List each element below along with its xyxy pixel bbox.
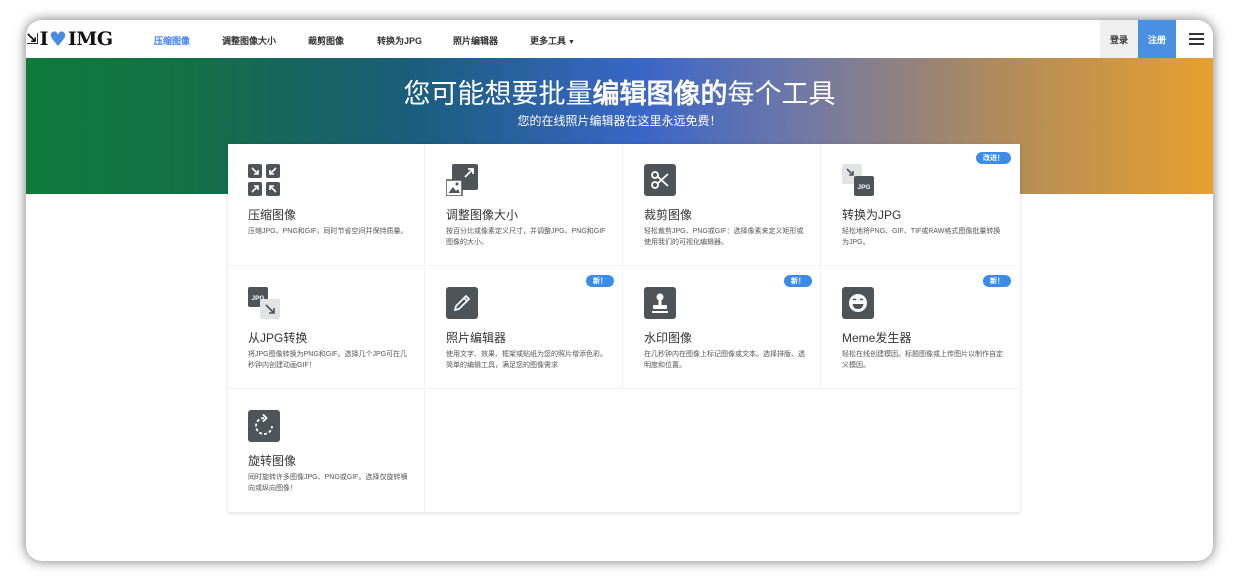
tool-card-crop[interactable]: 裁剪图像 轻松裁剪JPG、PNG或GIF：选择像素来定义矩形或使用我们的可视化编… [624,144,821,266]
tool-title: 裁剪图像 [644,208,693,222]
tool-card-watermark[interactable]: 新！ 水印图像 在几秒钟内在图像上标记图像或文本。选择排版、透明度和位置。 [624,267,821,389]
tool-card-from-jpg[interactable]: JPG 从JPG转换 将JPG图像转换为PNG和GIF。选择几个JPG可在几秒钟… [228,267,425,389]
status-badge: 新！ [983,275,1011,287]
hero-title-part2: 每个工具 [727,79,836,109]
status-badge: 改进！ [976,152,1011,164]
tool-description: 将JPG图像转换为PNG和GIF。选择几个JPG可在几秒钟内创建动画GIF！ [248,351,408,369]
stamp-icon [644,287,676,319]
tool-card-resize[interactable]: 调整图像大小 按百分比或像素定义尺寸，并调整JPG、PNG和GIF图像的大小。 [426,144,623,266]
to-jpg-icon: JPG [842,164,874,196]
scissors-icon [644,164,676,196]
tool-title: 调整图像大小 [446,208,519,222]
tool-card-photo-editor[interactable]: 新！ 照片编辑器 使用文字、效果、框架或贴纸为您的照片增添色彩。简单的编辑工具，… [426,267,623,389]
tool-description: 使用文字、效果、框架或贴纸为您的照片增添色彩。简单的编辑工具，满足您的图像需求 [446,351,607,369]
tool-title: 压缩图像 [248,208,297,222]
hamburger-menu-icon[interactable] [1189,33,1204,45]
logo-text-left: I [39,28,49,50]
tool-card-compress[interactable]: 压缩图像 压缩JPG、PNG和GIF，同时节省空间并保持质量。 [228,144,425,266]
logo-text-right: IMG [67,28,113,50]
tool-title: 转换为JPG [842,208,902,222]
pencil-icon [446,287,478,319]
nav-compress[interactable]: 压缩图像 [154,34,190,47]
tool-description: 按百分比或像素定义尺寸，并调整JPG、PNG和GIF图像的大小。 [446,228,606,246]
tool-description: 轻松裁剪JPG、PNG或GIF：选择像素来定义矩形或使用我们的可视化编辑器。 [644,228,804,246]
logo-mark-icon: ⇲ [26,30,39,48]
tool-title: 照片编辑器 [446,331,507,345]
hero-title-part1: 您可能想要批量 [403,79,593,109]
top-navbar: ⇲ I ♥ IMG 压缩图像 调整图像大小 裁剪图像 转换为JPG 照片编辑器 … [26,20,1213,58]
tool-title: 旋转图像 [248,454,297,468]
meme-icon [842,287,874,319]
svg-text:JPG: JPG [857,184,870,191]
caret-down-icon: ▼ [568,39,575,46]
tool-card-meme[interactable]: 新！ Meme发生器 轻松在线创建模因。标题图像或上传图片以制作自定义模因。 [822,267,1019,389]
nav-crop[interactable]: 裁剪图像 [308,34,344,47]
nav-resize[interactable]: 调整图像大小 [222,34,276,47]
login-button[interactable]: 登录 [1100,20,1138,58]
nav-more-tools[interactable]: 更多工具 ▼ [530,34,575,47]
hero-title: 您可能想要批量编辑图像的每个工具 [26,78,1213,110]
tool-description: 同时旋转许多图像JPG、PNG或GIF。选择仅旋转横向或纵向图像！ [248,474,408,492]
status-badge: 新！ [586,275,614,287]
compress-icon [248,164,280,196]
tool-title: Meme发生器 [842,331,912,345]
tool-description: 轻松地将PNG、GIF、TIF或RAW格式图像批量转换为JPG。 [842,228,1001,246]
tool-description: 压缩JPG、PNG和GIF，同时节省空间并保持质量。 [248,228,408,235]
hero-subtitle: 您的在线照片编辑器在这里永远免费！ [517,114,722,128]
logo[interactable]: ⇲ I ♥ IMG [26,26,113,52]
tool-card-to-jpg[interactable]: 改进！ JPG 转换为JPG 轻松地将PNG、GIF、TIF或RAW格式图像批量… [822,144,1019,266]
tool-description: 轻松在线创建模因。标题图像或上传图片以制作自定义模因。 [842,351,1003,369]
browser-frame: ⇲ I ♥ IMG 压缩图像 调整图像大小 裁剪图像 转换为JPG 照片编辑器 … [26,20,1213,561]
from-jpg-icon: JPG [248,287,280,319]
tool-title: 从JPG转换 [248,331,308,345]
tool-card-rotate[interactable]: 旋转图像 同时旋转许多图像JPG、PNG或GIF。选择仅旋转横向或纵向图像！ [228,390,425,512]
nav-more-label: 更多工具 [530,36,567,46]
heart-icon: ♥ [48,27,67,51]
nav-photo-editor[interactable]: 照片编辑器 [453,34,498,47]
rotate-icon [248,410,280,442]
resize-icon [446,164,478,196]
hero-title-bold: 编辑图像的 [592,79,728,109]
nav-convert-jpg[interactable]: 转换为JPG [377,34,422,47]
signup-button[interactable]: 注册 [1138,20,1176,58]
status-badge: 新！ [784,275,812,287]
tools-grid: 压缩图像 压缩JPG、PNG和GIF，同时节省空间并保持质量。 调整图像大小 按… [228,144,1020,512]
tool-title: 水印图像 [644,331,693,345]
tool-description: 在几秒钟内在图像上标记图像或文本。选择排版、透明度和位置。 [644,351,805,369]
